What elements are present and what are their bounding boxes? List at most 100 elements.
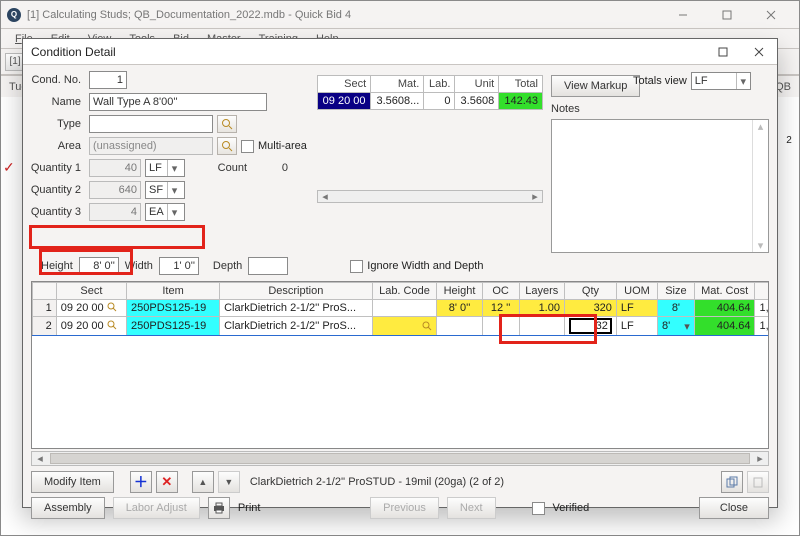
gh-lab[interactable]: Lab. Code [372, 283, 437, 300]
close-button[interactable] [749, 1, 793, 29]
r1-uom[interactable]: LF [616, 300, 657, 317]
triangle-up-icon: ▲ [198, 477, 207, 487]
items-grid[interactable]: Sect Item Description Lab. Code Height O… [31, 281, 769, 449]
r2-mat[interactable]: 404.64 [694, 317, 755, 336]
area-input[interactable] [89, 137, 213, 155]
r2-uom[interactable]: LF [616, 317, 657, 336]
copy-button[interactable] [721, 471, 743, 493]
add-item-button[interactable]: ＋ [130, 471, 152, 493]
r1-mat[interactable]: 404.64 [694, 300, 755, 317]
r1-height[interactable]: 8' 0'' [437, 300, 482, 317]
gh-layers[interactable]: Layers [519, 283, 564, 300]
ignore-checkbox[interactable] [350, 260, 363, 273]
r2-qty[interactable]: 32 [564, 317, 616, 336]
item-toolbar: Modify Item ＋ ✕ ▲ ▼ ClarkDietrich 2-1/2'… [31, 471, 769, 493]
sum-lab: 0 [424, 93, 455, 110]
r1-qty[interactable]: 320 [564, 300, 616, 317]
summary-hscroll[interactable]: ◂▸ [317, 190, 543, 203]
dialog-close-button[interactable] [741, 39, 777, 65]
height-input[interactable] [79, 257, 119, 275]
r2-desc[interactable]: ClarkDietrich 2-1/2'' ProS... [220, 317, 373, 336]
paste-button[interactable] [747, 471, 769, 493]
r1-per[interactable]: 1,000 LF [755, 300, 769, 317]
q1-input[interactable] [89, 159, 141, 177]
q3-label: Quantity 3 [29, 206, 85, 218]
notes-textarea[interactable]: ▴▾ [551, 119, 769, 253]
gh-mat[interactable]: Mat. Cost [694, 283, 755, 300]
gh-uom[interactable]: UOM [616, 283, 657, 300]
close-button[interactable]: Close [699, 497, 769, 519]
q3-input[interactable] [89, 203, 141, 221]
r2-height[interactable] [437, 317, 482, 336]
r2-lab[interactable] [372, 317, 437, 336]
area-lookup-button[interactable] [217, 137, 237, 155]
modify-item-button[interactable]: Modify Item [31, 471, 114, 493]
next-button[interactable]: Next [447, 497, 496, 519]
r2-per[interactable]: 1,000 LF [755, 317, 769, 336]
q2-unit-combo[interactable]: SF▾ [145, 181, 185, 199]
gh-qty[interactable]: Qty [564, 283, 616, 300]
depth-label: Depth [213, 260, 242, 272]
paste-icon [752, 476, 764, 488]
move-up-button[interactable]: ▲ [192, 471, 214, 493]
condition-form: Cond. No. Name Type Area Multi-area Quan… [29, 69, 309, 223]
r1-lab[interactable] [372, 300, 437, 317]
totals-view-label: Totals view [633, 75, 687, 87]
summary-panel: Sect Mat. Lab. Unit Total 09 20 00 3.560… [317, 75, 543, 203]
sum-total: 142.43 [499, 93, 543, 110]
grid-row-2[interactable]: 2 09 20 00 250PDS125-19 ClarkDietrich 2-… [33, 317, 770, 336]
plus-icon: ＋ [134, 472, 148, 492]
totals-view-combo[interactable]: LF▾ [691, 72, 751, 90]
r1-sect[interactable]: 09 20 00 [56, 300, 126, 317]
print-icon-button[interactable] [208, 497, 230, 519]
r2-num: 2 [33, 317, 57, 336]
gh-sect[interactable]: Sect [56, 283, 126, 300]
assembly-button[interactable]: Assembly [31, 497, 105, 519]
app-icon: Q [7, 8, 21, 22]
maximize-button[interactable] [705, 1, 749, 29]
print-label[interactable]: Print [238, 502, 261, 514]
r1-size[interactable]: 8' [658, 300, 695, 317]
r1-item[interactable]: 250PDS125-19 [127, 300, 220, 317]
gh-height[interactable]: Height [437, 283, 482, 300]
type-lookup-button[interactable] [217, 115, 237, 133]
right-gutter: 2 [781, 133, 797, 511]
r2-size[interactable]: 8'▾ [658, 317, 695, 336]
current-item-label: ClarkDietrich 2-1/2'' ProSTUD - 19mil (2… [244, 476, 504, 488]
type-input[interactable] [89, 115, 213, 133]
verified-checkbox[interactable] [532, 502, 545, 515]
sum-sect[interactable]: 09 20 00 [318, 93, 371, 110]
dialog-maximize-button[interactable] [705, 39, 741, 65]
r1-oc[interactable]: 12 '' [482, 300, 519, 317]
width-input[interactable] [159, 257, 199, 275]
name-input[interactable] [89, 93, 267, 111]
r1-desc[interactable]: ClarkDietrich 2-1/2'' ProS... [220, 300, 373, 317]
grid-row-1[interactable]: 1 09 20 00 250PDS125-19 ClarkDietrich 2-… [33, 300, 770, 317]
delete-item-button[interactable]: ✕ [156, 471, 178, 493]
notes-scrollbar[interactable]: ▴▾ [752, 120, 768, 252]
multi-area-checkbox[interactable] [241, 140, 254, 153]
gh-oc[interactable]: OC [482, 283, 519, 300]
q1-unit-combo[interactable]: LF▾ [145, 159, 185, 177]
cond-no-input[interactable] [89, 71, 127, 89]
r2-layers[interactable] [519, 317, 564, 336]
gh-item[interactable]: Item [127, 283, 220, 300]
q3-unit-combo[interactable]: EA▾ [145, 203, 185, 221]
previous-button[interactable]: Previous [370, 497, 439, 519]
gh-per[interactable]: Per [755, 283, 769, 300]
move-down-button[interactable]: ▼ [218, 471, 240, 493]
dialog-body: Cond. No. Name Type Area Multi-area Quan… [23, 65, 777, 507]
view-markup-button[interactable]: View Markup [551, 75, 640, 97]
labor-adjust-button[interactable]: Labor Adjust [113, 497, 200, 519]
app-titlebar: Q [1] Calculating Studs; QB_Documentatio… [1, 1, 799, 29]
q2-input[interactable] [89, 181, 141, 199]
gh-size[interactable]: Size [658, 283, 695, 300]
gh-desc[interactable]: Description [220, 283, 373, 300]
r2-sect[interactable]: 09 20 00 [56, 317, 126, 336]
minimize-button[interactable] [661, 1, 705, 29]
r1-layers[interactable]: 1.00 [519, 300, 564, 317]
r2-item[interactable]: 250PDS125-19 [127, 317, 220, 336]
depth-input[interactable] [248, 257, 288, 275]
r2-oc[interactable] [482, 317, 519, 336]
grid-hscroll[interactable]: ◂▸ [31, 451, 769, 466]
